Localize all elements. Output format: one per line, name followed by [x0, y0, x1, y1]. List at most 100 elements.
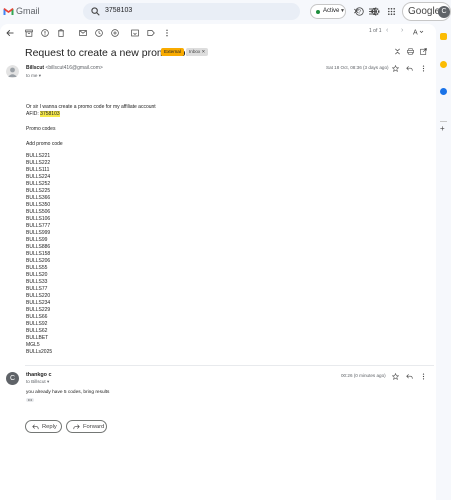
recipient-details[interactable]: to me ▾ [26, 73, 41, 79]
promo-code: BULLS886 [26, 244, 51, 250]
more-vertical-icon[interactable] [420, 65, 427, 72]
reply-button[interactable]: Reply [25, 420, 62, 433]
report-spam-icon[interactable] [41, 29, 49, 37]
promo-code: BULLS366 [26, 195, 51, 201]
status-dot-icon [316, 10, 320, 14]
afid-value: 3758103 [40, 111, 60, 117]
promo-code: BULLS77 [26, 286, 48, 292]
forward-arrow-icon [73, 424, 80, 430]
star-icon[interactable] [392, 65, 399, 72]
promo-code: BULLS106 [26, 216, 51, 222]
chevron-down-icon: ▼ [340, 8, 345, 14]
promo-code: BULLS221 [26, 153, 51, 159]
message-divider [25, 365, 434, 366]
promo-code: BULLS229 [26, 307, 51, 313]
archive-icon[interactable] [25, 29, 33, 37]
inbox-label-chip[interactable]: Inbox ✕ [186, 48, 209, 56]
apps-grid-icon[interactable] [387, 7, 396, 16]
remove-label-icon[interactable]: ✕ [202, 49, 206, 54]
promo-code: BULLS66 [26, 314, 48, 320]
account-avatar[interactable]: C [438, 6, 450, 18]
input-tools-icon[interactable]: A [413, 28, 424, 36]
settings-gear-icon[interactable] [371, 7, 380, 16]
forward-button[interactable]: Forward [66, 420, 107, 433]
mark-unread-icon[interactable] [79, 29, 87, 37]
side-panel: + [437, 24, 451, 500]
promo-code: BULLS92 [26, 321, 48, 327]
star-icon[interactable] [392, 373, 399, 380]
chevron-down-icon: ▾ [46, 379, 50, 384]
tasks-icon[interactable] [440, 88, 447, 95]
gmail-m-icon [3, 7, 14, 15]
promo-code: BULLS506 [26, 209, 51, 215]
gmail-wordmark: Gmail [16, 6, 40, 16]
promo-code: BULLS99 [26, 237, 48, 243]
add-addon-icon[interactable]: + [440, 124, 445, 133]
promo-code: BULLs2025 [26, 349, 53, 355]
promo-code: BULLS33 [26, 279, 48, 285]
status-label: Active [323, 8, 340, 14]
newer-chevron-icon[interactable]: › [401, 27, 403, 34]
top-bar: Gmail 3758103 ✕ Active ▼ ? Google C [0, 0, 451, 24]
promo-code: BULLS252 [26, 181, 51, 187]
promo-code: BULLS350 [26, 202, 51, 208]
search-input[interactable]: 3758103 [105, 7, 132, 14]
promo-code: BULLS55 [26, 265, 48, 271]
sender-name: Billscut [26, 65, 45, 71]
reply-body: you already have 5 codes, bring results [26, 390, 110, 395]
gmail-logo[interactable]: Gmail [3, 6, 40, 16]
side-panel-divider [440, 121, 447, 122]
more-vertical-icon[interactable] [163, 29, 171, 37]
promo-code: BULLS234 [26, 300, 51, 306]
more-vertical-icon[interactable] [420, 373, 427, 380]
print-icon[interactable] [407, 48, 414, 55]
reply-sender-name[interactable]: thankgo c [26, 372, 51, 378]
sender-email: <billscut416@gmail.com> [45, 65, 103, 71]
back-arrow-icon[interactable] [6, 29, 14, 37]
sender-avatar[interactable] [6, 65, 19, 78]
reply-recipient-label: to Billscut [26, 379, 46, 384]
reply-icon[interactable] [406, 65, 413, 72]
delete-trash-icon[interactable] [57, 29, 65, 37]
reply-date: 00:26 (0 minutes ago) [341, 373, 386, 378]
reply-sender-avatar[interactable]: C [6, 372, 19, 385]
older-chevron-icon[interactable]: ‹ [386, 27, 388, 34]
reply-icon[interactable] [406, 373, 413, 380]
promo-code: BULLS222 [26, 160, 51, 166]
promo-code: BULLS158 [26, 251, 51, 257]
search-icon[interactable] [91, 7, 100, 16]
promo-code: BULLS111 [26, 167, 50, 173]
body-line: Or sir I wanna create a promo code for m… [26, 104, 156, 110]
message-date: Sat 18 Oct, 08:36 (3 days ago) [326, 65, 389, 70]
promo-code: BULLS62 [26, 328, 48, 334]
promo-code: BULLS225 [26, 188, 51, 194]
recipient-label: to me [26, 73, 38, 78]
snooze-clock-icon[interactable] [95, 29, 103, 37]
promo-code: BULLS224 [26, 174, 51, 180]
reply-recipient-details[interactable]: to Billscut ▾ [26, 379, 49, 385]
svg-text:?: ? [358, 9, 361, 15]
reply-arrow-icon [32, 424, 39, 430]
calendar-icon[interactable] [440, 33, 447, 40]
move-to-icon[interactable] [131, 29, 139, 37]
email-view: 1 of 1 ‹ › A Request to create a new pro… [0, 24, 436, 500]
open-new-window-icon[interactable] [420, 48, 427, 55]
message-sender[interactable]: Billscut <billscut416@gmail.com> [26, 65, 103, 71]
body-line: Add promo code [26, 141, 63, 147]
chevron-down-icon: ▾ [38, 73, 42, 78]
google-account-button[interactable]: Google C [402, 2, 451, 21]
inbox-label-text: Inbox [189, 49, 201, 54]
show-trimmed-content-button[interactable]: ••• [26, 398, 34, 402]
add-task-icon[interactable] [111, 29, 119, 37]
promo-code: BULLS20 [26, 272, 48, 278]
keep-icon[interactable] [440, 61, 447, 68]
google-wordmark: Google [408, 6, 441, 17]
status-toggle[interactable]: Active ▼ [310, 4, 346, 19]
afid-label: AFID: [26, 111, 39, 117]
help-icon[interactable]: ? [355, 7, 364, 16]
body-line: Promo codes [26, 126, 56, 132]
label-tag-icon[interactable] [147, 29, 155, 37]
promo-code: BULLS206 [26, 258, 51, 264]
collapse-all-icon[interactable] [394, 48, 401, 55]
search-bar[interactable]: 3758103 ✕ [83, 3, 377, 20]
